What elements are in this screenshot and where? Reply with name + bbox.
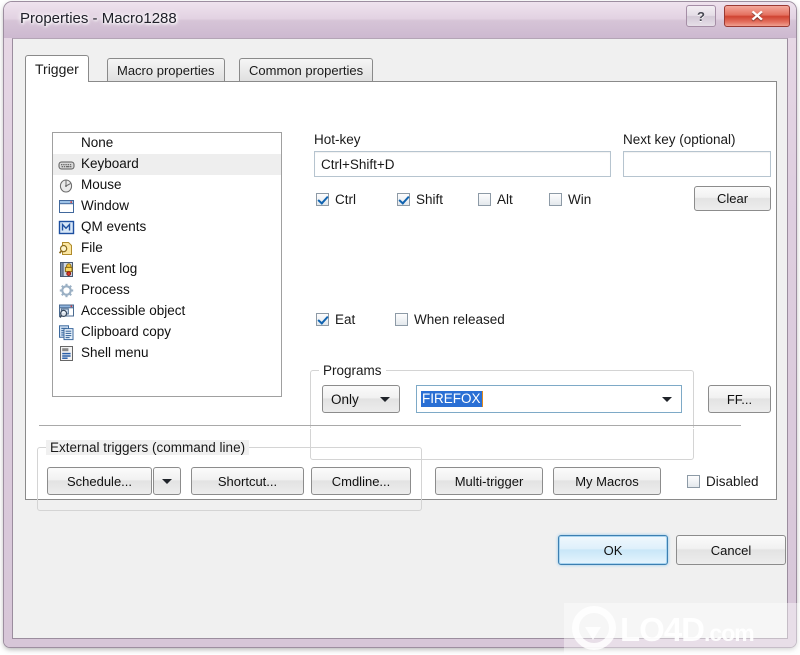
file-icon xyxy=(58,240,75,257)
trigger-type-listbox[interactable]: None Keyboard Mouse Window QM events Fil… xyxy=(52,132,282,397)
hotkey-label: Hot-key xyxy=(314,132,361,147)
list-item-label: File xyxy=(81,240,103,255)
tab-trigger[interactable]: Trigger xyxy=(25,55,89,82)
tab-page-trigger: None Keyboard Mouse Window QM events Fil… xyxy=(25,81,777,500)
shortcut-button[interactable]: Shortcut... xyxy=(191,467,304,495)
checkmark-icon xyxy=(397,193,410,206)
clipboard-copy-icon xyxy=(58,324,75,341)
checkbox-label: Ctrl xyxy=(335,192,356,207)
list-item-label: Event log xyxy=(81,261,138,276)
list-item-label: QM events xyxy=(81,219,147,234)
next-key-label: Next key (optional) xyxy=(623,132,736,147)
cancel-button[interactable]: Cancel xyxy=(676,535,786,565)
close-icon: ✕ xyxy=(749,8,765,25)
window-icon xyxy=(58,198,75,215)
list-item-mouse[interactable]: Mouse xyxy=(53,175,281,196)
checkbox-label: Eat xyxy=(335,312,356,327)
checkbox-box xyxy=(478,193,491,206)
list-item-label: Mouse xyxy=(81,177,122,192)
programs-mode-value: Only xyxy=(331,391,359,407)
checkbox-win[interactable]: Win xyxy=(549,192,591,207)
section-separator xyxy=(39,425,741,429)
schedule-button[interactable]: Schedule... xyxy=(47,467,152,495)
checkbox-label: Alt xyxy=(497,192,513,207)
next-key-input[interactable] xyxy=(623,151,771,177)
clear-button[interactable]: Clear xyxy=(694,186,771,211)
checkbox-label: Disabled xyxy=(706,474,759,489)
tab-macro-properties[interactable]: Macro properties xyxy=(107,58,225,81)
checkbox-label: Win xyxy=(568,192,592,207)
list-item-label: Clipboard copy xyxy=(81,324,172,339)
list-item-label: None xyxy=(81,135,114,150)
tab-strip: Trigger Macro properties Common properti… xyxy=(25,55,777,82)
process-icon xyxy=(58,282,75,299)
accessible-object-icon xyxy=(58,303,75,320)
list-item-window[interactable]: Window xyxy=(53,196,281,217)
checkbox-eat[interactable]: Eat xyxy=(316,312,355,327)
checkbox-ctrl[interactable]: Ctrl xyxy=(316,192,356,207)
help-icon: ? xyxy=(697,8,705,24)
help-button[interactable]: ? xyxy=(686,5,716,27)
list-item-shell-menu[interactable]: Shell menu xyxy=(53,343,281,364)
list-item-label: Shell menu xyxy=(81,345,149,360)
chevron-down-icon xyxy=(380,397,390,402)
window-title: Properties - Macro1288 xyxy=(20,10,177,27)
ok-button[interactable]: OK xyxy=(558,535,668,565)
checkbox-shift[interactable]: Shift xyxy=(397,192,443,207)
event-log-icon xyxy=(58,261,75,278)
external-triggers-title: External triggers (command line) xyxy=(46,440,250,455)
list-item-label: Window xyxy=(81,198,130,213)
hotkey-value: Ctrl+Shift+D xyxy=(321,156,395,172)
list-item-file[interactable]: File xyxy=(53,238,281,259)
ff-button[interactable]: FF... xyxy=(708,385,771,413)
list-item-qm-events[interactable]: QM events xyxy=(53,217,281,238)
title-bar[interactable]: Properties - Macro1288 ? ✕ xyxy=(4,2,796,38)
checkbox-disabled[interactable]: Disabled xyxy=(687,474,759,489)
list-item-accessible-object[interactable]: Accessible object xyxy=(53,301,281,322)
cmdline-button[interactable]: Cmdline... xyxy=(311,467,411,495)
checkbox-when-released[interactable]: When released xyxy=(395,312,505,327)
tab-common-properties[interactable]: Common properties xyxy=(239,58,374,81)
multi-trigger-button[interactable]: Multi-trigger xyxy=(435,467,543,495)
checkmark-icon xyxy=(316,193,329,206)
list-item-label: Keyboard xyxy=(81,156,139,171)
list-item-none[interactable]: None xyxy=(53,133,281,154)
shell-menu-icon xyxy=(58,345,75,362)
properties-dialog-window: Properties - Macro1288 ? ✕ Trigger Macro… xyxy=(4,2,796,647)
list-item-label: Accessible object xyxy=(81,303,186,318)
checkbox-box xyxy=(395,313,408,326)
checkbox-label: When released xyxy=(414,312,505,327)
my-macros-button[interactable]: My Macros xyxy=(553,467,661,495)
checkbox-box xyxy=(687,475,700,488)
keyboard-icon xyxy=(58,156,75,173)
checkbox-box xyxy=(549,193,562,206)
list-item-label: Process xyxy=(81,282,130,297)
mouse-icon xyxy=(58,177,75,194)
list-item-process[interactable]: Process xyxy=(53,280,281,301)
chevron-down-icon xyxy=(662,397,672,402)
list-item-clipboard-copy[interactable]: Clipboard copy xyxy=(53,322,281,343)
program-name-value: FIREFOX xyxy=(421,391,483,407)
list-item-event-log[interactable]: Event log xyxy=(53,259,281,280)
program-name-combobox[interactable]: FIREFOX xyxy=(416,385,682,413)
schedule-dropdown-button[interactable] xyxy=(153,467,181,495)
qm-events-icon xyxy=(58,219,75,236)
list-item-keyboard[interactable]: Keyboard xyxy=(53,154,281,175)
close-button[interactable]: ✕ xyxy=(724,5,790,27)
checkbox-alt[interactable]: Alt xyxy=(478,192,513,207)
hotkey-input[interactable]: Ctrl+Shift+D xyxy=(314,151,611,177)
checkmark-icon xyxy=(316,313,329,326)
programs-group-title: Programs xyxy=(319,363,386,378)
checkbox-label: Shift xyxy=(416,192,444,207)
programs-mode-dropdown[interactable]: Only xyxy=(322,385,400,413)
dialog-client-area: Trigger Macro properties Common properti… xyxy=(12,38,788,639)
